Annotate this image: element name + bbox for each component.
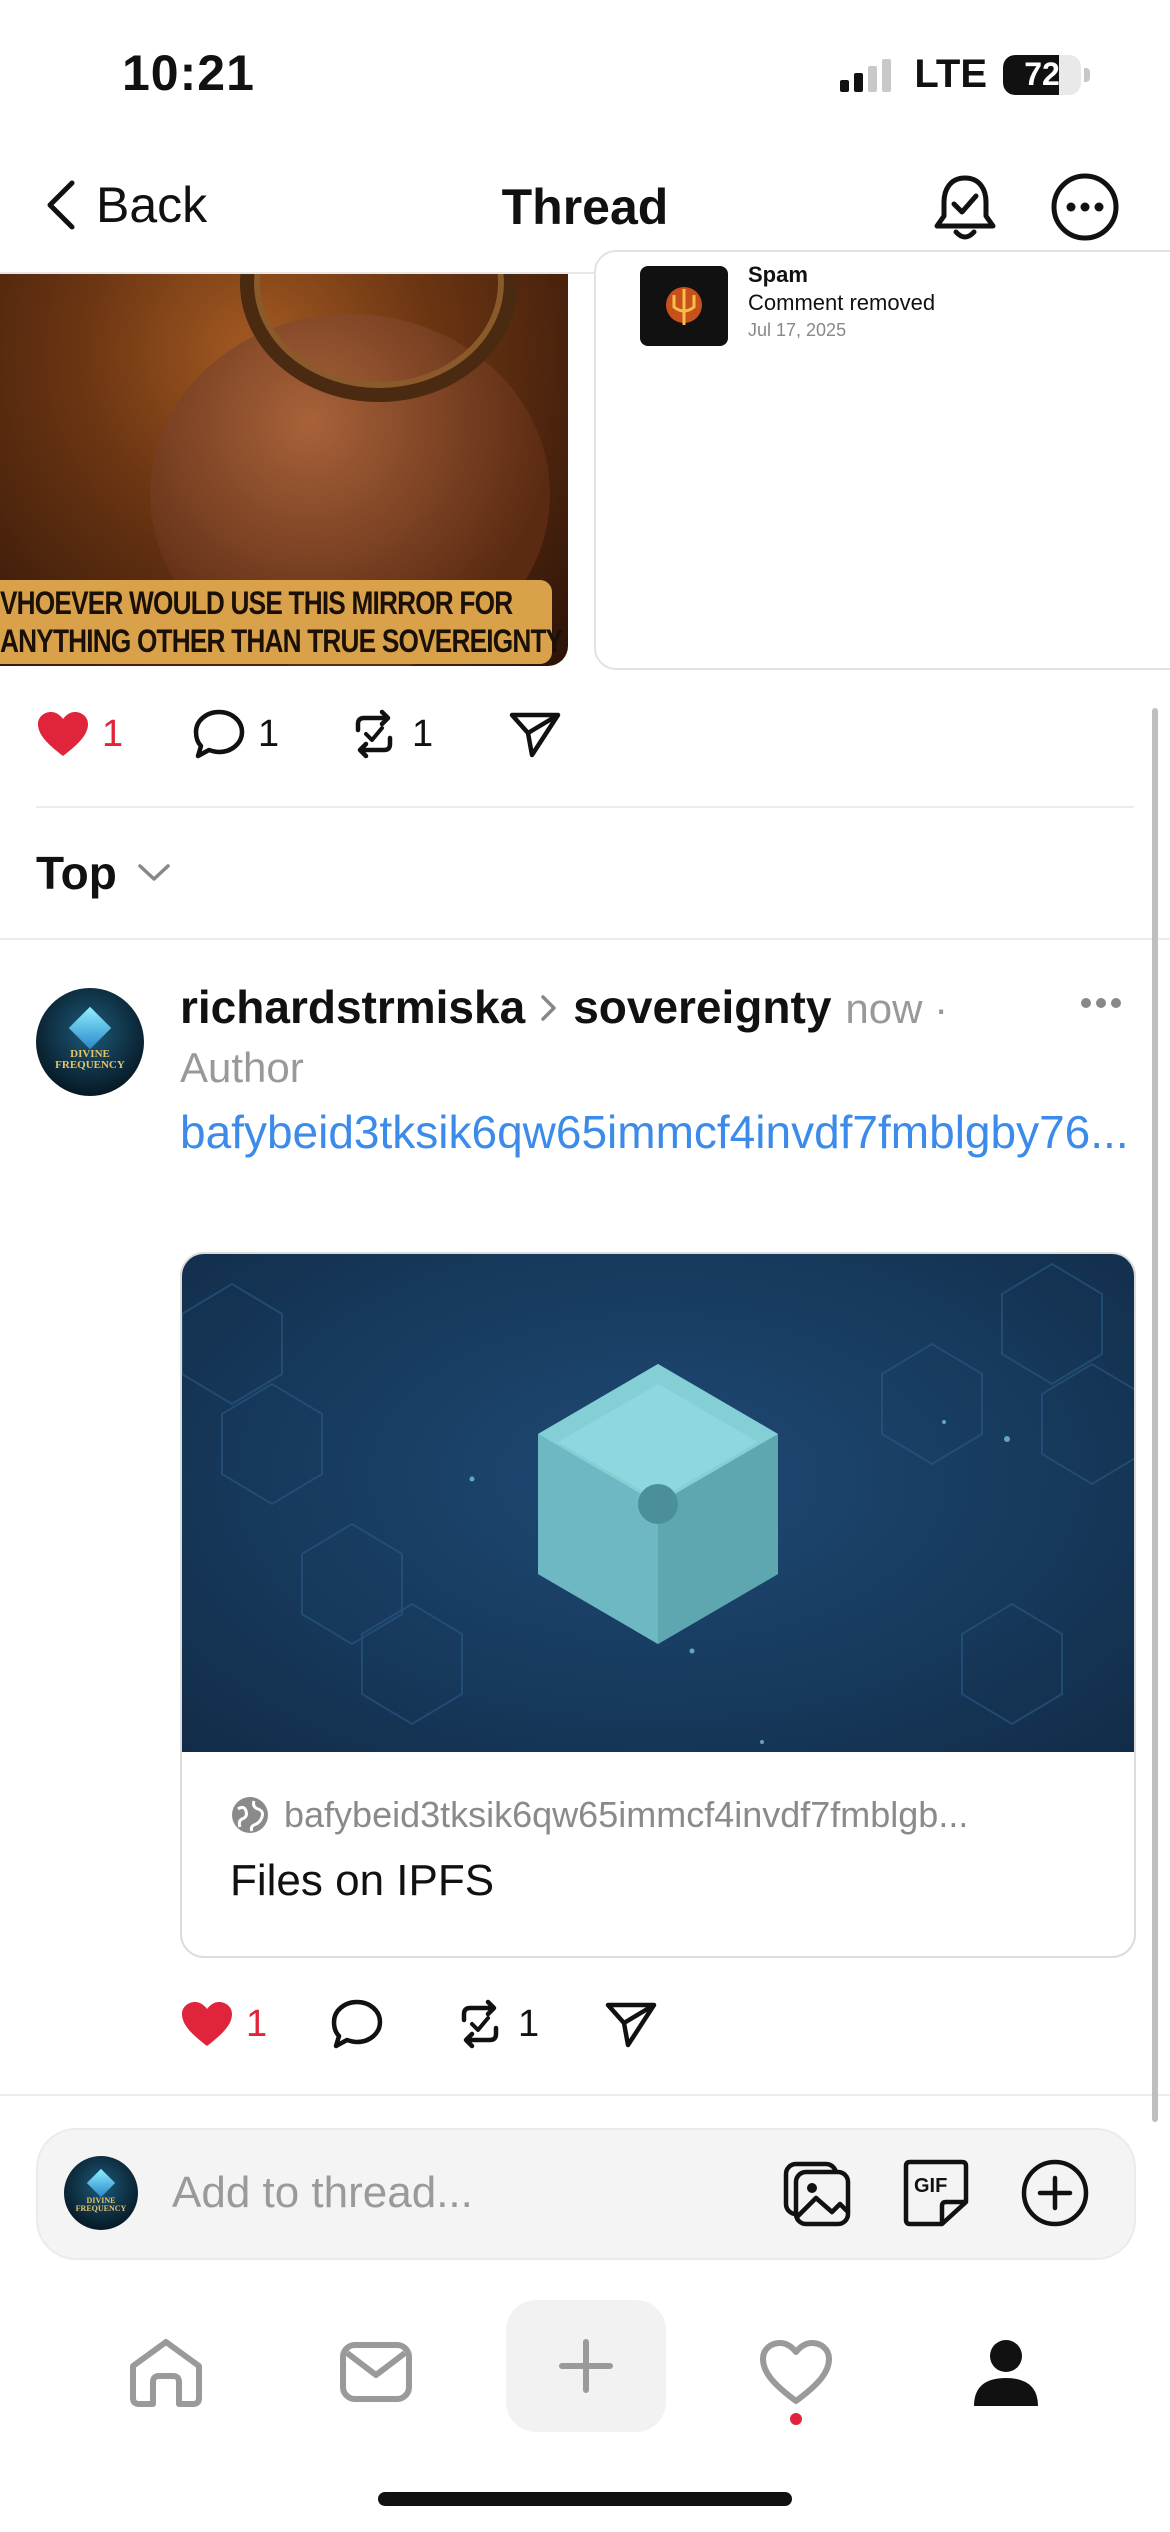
sort-dropdown[interactable]: Top	[36, 846, 171, 900]
repost-count: 1	[412, 712, 434, 755]
heart-filled-icon	[180, 2000, 234, 2048]
reply-username[interactable]: richardstrmiska	[180, 980, 525, 1034]
send-icon	[508, 709, 562, 759]
svg-text:GIF: GIF	[914, 2175, 947, 2197]
add-gif-button[interactable]: GIF	[902, 2158, 970, 2228]
gif-icon: GIF	[902, 2158, 970, 2228]
more-horizontal-icon	[1080, 996, 1122, 1010]
tab-profile[interactable]	[944, 2316, 1068, 2428]
composer-input[interactable]: Add to thread...	[172, 2168, 473, 2218]
comment-button[interactable]: 1	[192, 708, 348, 760]
removed-date: Jul 17, 2025	[748, 320, 847, 340]
image-icon	[782, 2158, 852, 2228]
reply-like-button[interactable]: 1	[180, 2000, 330, 2048]
reply-divider	[0, 2094, 1170, 2096]
reply-community[interactable]: sovereignty	[573, 980, 831, 1034]
network-type: LTE	[914, 52, 987, 96]
post-actions: 1 1 1	[36, 708, 562, 760]
reply-actions: 1 1	[180, 1998, 658, 2050]
avatar[interactable]: DIVINE FREQUENCY	[36, 988, 144, 1096]
home-indicator	[378, 2492, 792, 2506]
share-button[interactable]	[508, 709, 562, 759]
like-button[interactable]: 1	[36, 710, 192, 758]
heart-filled-icon	[36, 710, 90, 758]
reply-repost-button[interactable]: 1	[454, 1998, 604, 2050]
activity-notification-dot	[790, 2413, 802, 2425]
tab-home[interactable]	[104, 2316, 228, 2428]
more-options-button[interactable]	[1050, 172, 1120, 242]
status-right: LTE 72	[838, 52, 1090, 97]
inbox-icon	[339, 2341, 413, 2403]
trident-thumbnail	[640, 266, 728, 346]
reply-share-button[interactable]	[604, 1999, 658, 2049]
sort-label: Top	[36, 847, 117, 899]
repost-icon	[454, 1998, 506, 2050]
add-image-button[interactable]	[782, 2158, 852, 2228]
status-time: 10:21	[122, 45, 255, 101]
author-badge: Author	[180, 1044, 304, 1091]
reply-comment-button[interactable]	[330, 1998, 454, 2050]
reply-like-count: 1	[246, 2002, 268, 2045]
tab-create[interactable]	[506, 2300, 666, 2432]
avatar-text-2: FREQUENCY	[55, 1059, 125, 1071]
notification-bell-button[interactable]	[930, 172, 1000, 244]
reply-link[interactable]: bafybeid3tksik6qw65immcf4invdf7fmblgby76…	[180, 1100, 1140, 1164]
plus-icon	[558, 2338, 614, 2394]
signal-icon	[838, 58, 898, 92]
actions-divider	[36, 806, 1134, 808]
add-more-button[interactable]	[1020, 2158, 1090, 2228]
post-image[interactable]: VHOEVER WOULD USE THIS MIRROR FOR ANYTHI…	[0, 274, 568, 666]
send-icon	[604, 1999, 658, 2049]
bell-check-icon	[930, 172, 1000, 244]
like-count: 1	[102, 712, 124, 755]
repost-button[interactable]: 1	[348, 708, 508, 760]
link-domain-text: bafybeid3tksik6qw65immcf4invdf7fmblgb...	[284, 1794, 969, 1835]
composer-avatar-text-2: FREQUENCY	[75, 2204, 127, 2213]
globe-icon	[230, 1795, 270, 1835]
comment-icon	[330, 1998, 384, 2050]
link-title: Files on IPFS	[230, 1856, 495, 1905]
home-icon	[127, 2336, 205, 2408]
composer-avatar: DIVINE FREQUENCY	[64, 2156, 138, 2230]
comment-icon	[192, 708, 246, 760]
tab-inbox[interactable]	[314, 2316, 438, 2428]
removed-label: Spam	[748, 262, 808, 287]
heart-icon	[759, 2339, 833, 2405]
reply-header: richardstrmiska sovereignty now ·	[180, 980, 948, 1034]
battery-percent: 72	[1024, 56, 1060, 92]
scrollbar[interactable]	[1152, 708, 1158, 2122]
sort-divider	[0, 938, 1170, 940]
removed-status: Comment removed	[748, 290, 936, 315]
link-domain: bafybeid3tksik6qw65immcf4invdf7fmblgb...	[230, 1794, 968, 1836]
comment-count: 1	[258, 712, 280, 755]
tab-activity[interactable]	[734, 2316, 858, 2428]
more-circle-icon	[1050, 172, 1120, 242]
image-banner: VHOEVER WOULD USE THIS MIRROR FOR ANYTHI…	[0, 580, 563, 664]
image-banner-line-2: ANYTHING OTHER THAN TRUE SOVEREIGNTY	[0, 623, 563, 659]
battery-icon: 72	[1003, 54, 1090, 95]
profile-icon	[970, 2336, 1042, 2408]
link-preview-card[interactable]: bafybeid3tksik6qw65immcf4invdf7fmblgb...…	[180, 1252, 1136, 1958]
reply-more-button[interactable]	[1080, 996, 1122, 1010]
chevron-right-icon	[539, 993, 559, 1023]
plus-circle-icon	[1020, 2158, 1090, 2228]
reply-repost-count: 1	[518, 2002, 540, 2045]
image-banner-line-1: VHOEVER WOULD USE THIS MIRROR FOR	[0, 585, 513, 621]
chevron-down-icon	[137, 863, 171, 883]
ipfs-preview-image	[182, 1254, 1134, 1752]
reply-time: now ·	[845, 985, 949, 1032]
repost-icon	[348, 708, 400, 760]
